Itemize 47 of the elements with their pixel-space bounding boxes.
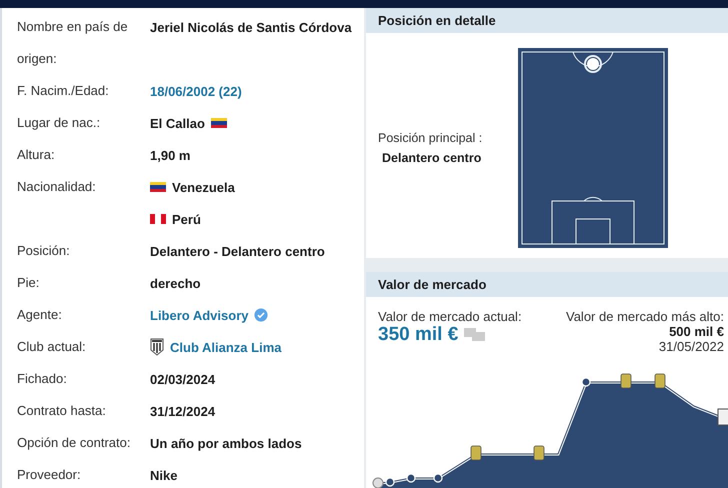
value-link[interactable]: Club Alianza Lima (170, 340, 282, 354)
field-label: Proveedor: (17, 466, 82, 484)
field-label: Posición: (17, 242, 71, 260)
field-label: Pie: (17, 274, 40, 292)
field-value: Perú (172, 212, 201, 226)
value-link[interactable]: 18/06/2002 (22) (150, 84, 242, 98)
flag-icon (150, 214, 166, 224)
field-label: Lugar de nac.: (17, 114, 102, 132)
verified-check-icon (254, 308, 268, 322)
club-crest-icon[interactable] (534, 446, 544, 460)
field-label: Opción de contrato: (17, 434, 132, 452)
field-value: Delantero - Delantero centro (150, 244, 325, 258)
field-value: Nike (150, 468, 178, 482)
field-label: Nombre en país de origen: (17, 18, 129, 68)
field-value: derecho (150, 276, 201, 290)
section-header: Posición en detalle (366, 8, 728, 33)
field-value: 02/03/2024 (150, 372, 216, 386)
club-crest-icon[interactable] (654, 374, 666, 388)
field-value: 1,90 m (150, 148, 190, 162)
section-header: Valor de mercado (366, 272, 728, 297)
club-crest-icon[interactable] (620, 374, 632, 388)
field-label: Club actual: (17, 338, 87, 356)
field-value: Jeriel Nicolás de Santis Córdova (150, 20, 352, 34)
field-label: F. Nacim./Edad: (17, 82, 110, 100)
field-label: Agente: (17, 306, 63, 324)
field-value: Venezuela (172, 180, 235, 194)
highest-value-label: Valor de mercado más alto: (566, 309, 724, 324)
chart-point[interactable] (372, 478, 384, 488)
position-value: Delantero centro (381, 151, 482, 165)
highest-market-value: 500 mil € (669, 324, 724, 339)
field-label: Nacionalidad: (17, 178, 97, 196)
current-value-label: Valor de mercado actual: (378, 309, 522, 324)
field-label: Fichado: (17, 370, 68, 388)
flag-icon (150, 182, 166, 192)
value-link[interactable]: Libero Advisory (150, 308, 248, 322)
field-value: Un año por ambos lados (150, 436, 302, 450)
club-crest-icon[interactable] (470, 446, 482, 460)
club-crest-icon (150, 338, 164, 356)
highest-value-date: 31/05/2022 (658, 339, 724, 354)
field-label: Altura: (17, 146, 56, 164)
current-market-value: 350 mil € (378, 324, 458, 346)
club-crest-icon[interactable] (718, 408, 728, 426)
field-label: Contrato hasta: (17, 402, 107, 420)
flag-icon (210, 118, 227, 128)
position-label: Posición principal : (378, 131, 484, 145)
field-value: 31/12/2024 (150, 404, 216, 418)
field-value: El Callao (150, 116, 205, 130)
